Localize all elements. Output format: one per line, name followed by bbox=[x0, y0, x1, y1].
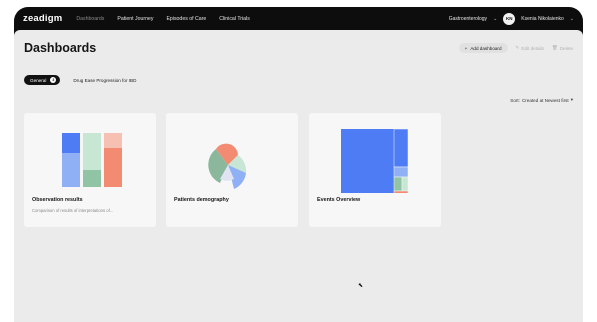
edit-details-button[interactable]: ✎ Edit details bbox=[516, 45, 544, 51]
plus-icon: + bbox=[464, 45, 468, 51]
thumb-tile-blue-large bbox=[341, 129, 394, 193]
thumb-bar-2-dark bbox=[83, 170, 101, 187]
thumb-tile-green bbox=[393, 176, 403, 192]
chevron-down-icon[interactable]: ⌄ bbox=[493, 16, 497, 22]
tab-drug-ease-progression[interactable]: Drug Ease Progression for IBD bbox=[73, 78, 136, 83]
tab-count-badge: 3 bbox=[50, 77, 57, 83]
card-title: Observation results bbox=[32, 197, 83, 203]
nav-clinical-trials[interactable]: Clinical Trials bbox=[219, 16, 250, 22]
app-logo[interactable]: zeadigm bbox=[23, 13, 62, 24]
add-dashboard-label: Add dashboard bbox=[470, 45, 502, 51]
nav-episodes-of-care[interactable]: Episodes of Care bbox=[166, 16, 206, 22]
avatar[interactable]: KN bbox=[503, 12, 516, 25]
pie-chart-thumbnail-icon bbox=[208, 143, 247, 189]
thumb-tile-blue-light bbox=[393, 166, 409, 178]
dashboard-card-events-overview[interactable]: Events Overview bbox=[309, 113, 441, 227]
nav-patient-journey[interactable]: Patient Journey bbox=[117, 16, 153, 22]
trash-icon: 🗑 bbox=[551, 45, 558, 50]
thumb-tile-green-light bbox=[401, 176, 409, 192]
edit-details-label: Edit details bbox=[521, 45, 544, 51]
app-window: zeadigm Dashboards Patient Journey Episo… bbox=[14, 7, 583, 322]
page-title: Dashboards bbox=[24, 41, 97, 55]
main-nav: Dashboards Patient Journey Episodes of C… bbox=[76, 16, 249, 22]
dashboard-card-patients-demography[interactable]: Patients demography bbox=[166, 113, 298, 227]
top-navigation-bar: zeadigm Dashboards Patient Journey Episo… bbox=[14, 7, 583, 30]
dashboard-card-observation-results[interactable]: Observation results Comparison of result… bbox=[24, 113, 156, 227]
sort-value: Created at Newest first bbox=[521, 97, 569, 103]
bar-chart-thumbnail-icon bbox=[62, 133, 122, 187]
user-area: Gastroenterology ⌄ KN Ksenia Nikolaienko… bbox=[449, 12, 574, 25]
add-dashboard-button[interactable]: + Add dashboard bbox=[458, 43, 508, 53]
mouse-cursor-icon: ⬉ bbox=[358, 283, 364, 289]
edit-icon: ✎ bbox=[515, 45, 520, 50]
sort-control[interactable]: Sort: Created at Newest first ▾ bbox=[510, 97, 573, 103]
thumb-bar-1-dark bbox=[62, 133, 80, 153]
nav-dashboards[interactable]: Dashboards bbox=[76, 16, 104, 22]
dashboard-tabs: General 3 Drug Ease Progression for IBD bbox=[24, 75, 136, 85]
thumb-tile-blue bbox=[393, 128, 409, 168]
sort-chevron-down-icon: ▾ bbox=[570, 97, 573, 102]
department-selector[interactable]: Gastroenterology bbox=[449, 16, 487, 22]
delete-label: Delete bbox=[559, 45, 573, 51]
tab-general[interactable]: General 3 bbox=[24, 75, 61, 85]
card-title: Events Overview bbox=[317, 197, 361, 203]
main-content: Dashboards + Add dashboard ✎ Edit detail… bbox=[14, 30, 583, 322]
tab-general-label: General bbox=[30, 77, 47, 83]
header-actions: + Add dashboard ✎ Edit details 🗑 Delete bbox=[458, 43, 573, 53]
thumb-bar-3-light bbox=[104, 133, 122, 148]
card-subtitle: Comparison of results of interpretations… bbox=[32, 208, 114, 213]
treemap-thumbnail-icon bbox=[341, 128, 409, 193]
thumb-tile-salmon bbox=[393, 190, 409, 193]
card-title: Patients demography bbox=[174, 197, 229, 203]
user-name[interactable]: Ksenia Nikolaienko bbox=[521, 16, 564, 22]
sort-label: Sort: bbox=[510, 97, 520, 103]
user-menu-chevron-down-icon[interactable]: ⌄ bbox=[570, 16, 574, 22]
delete-button[interactable]: 🗑 Delete bbox=[552, 45, 573, 51]
